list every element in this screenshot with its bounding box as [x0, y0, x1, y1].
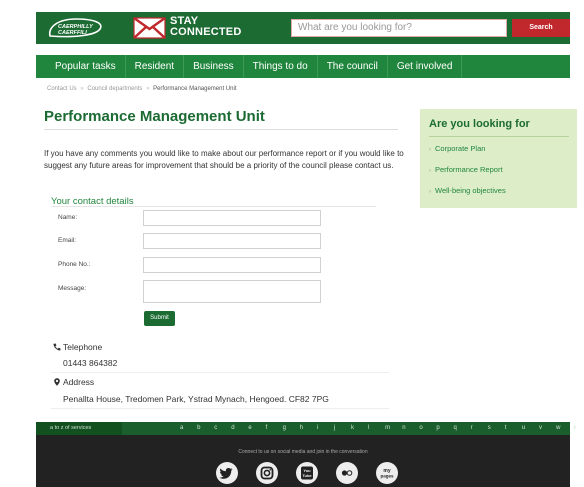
breadcrumb-separator: » [80, 86, 84, 92]
az-letter-f[interactable]: f [265, 422, 282, 435]
submit-button[interactable]: Submit [144, 311, 175, 326]
breadcrumb-council-departments[interactable]: Council departments [87, 86, 142, 92]
address-divider [51, 408, 389, 409]
name-field[interactable] [143, 210, 321, 226]
phone-label: Phone No.: [58, 261, 91, 268]
az-letter-l[interactable]: l [368, 422, 385, 435]
aside-link-corporate-plan[interactable]: › Corporate Plan [429, 144, 485, 153]
page-title: Performance Management Unit [44, 108, 265, 125]
intro-text: If you have any comments you would like … [44, 149, 404, 170]
email-field[interactable] [143, 233, 321, 249]
az-letter-t[interactable]: t [505, 422, 522, 435]
instagram-camera-icon [260, 466, 274, 480]
az-letter-q[interactable]: q [454, 422, 471, 435]
nav-item-resident[interactable]: Resident [126, 55, 185, 78]
email-label: Email: [58, 237, 77, 244]
breadcrumb-current: Performance Management Unit [153, 86, 237, 92]
az-letter-s[interactable]: s [488, 422, 505, 435]
youtube-text-2: Tube [302, 473, 312, 478]
chevron-right-icon: › [429, 147, 431, 153]
svg-text:CAERFFILI: CAERFFILI [58, 30, 87, 36]
a-to-z-bar: a to z of services a b c d e f g h i j k… [36, 422, 576, 435]
my-pages-logo-icon: my pages [380, 468, 394, 479]
address-label: Address [63, 377, 95, 387]
related-links-panel: Are you looking for › Corporate Plan › Per… [420, 109, 577, 208]
az-letter-h[interactable]: h [300, 422, 317, 435]
aside-link-label: Corporate Plan [435, 144, 486, 153]
aside-link-label: Well-being objectives [435, 186, 506, 195]
az-letter-k[interactable]: k [351, 422, 368, 435]
main-nav: Popular tasks Resident Business Things t… [36, 55, 570, 78]
social-media-text: Connect to us on social media and join i… [238, 449, 368, 455]
flickr-icon[interactable] [336, 462, 358, 484]
youtube-icon[interactable]: You Tube [296, 462, 318, 484]
az-letter-i[interactable]: i [317, 422, 334, 435]
search-input[interactable]: What are you looking for? [291, 19, 507, 37]
related-links-title: Are you looking for [429, 118, 530, 130]
az-letter-v[interactable]: v [539, 422, 556, 435]
aside-link-performance-report[interactable]: › Performance Report [429, 165, 503, 174]
az-letter-r[interactable]: r [471, 422, 488, 435]
a-to-z-letters: a b c d e f g h i j k l m n o p q r s t … [180, 422, 584, 435]
az-letter-o[interactable]: o [419, 422, 436, 435]
phone-icon [53, 343, 61, 351]
az-letter-g[interactable]: g [283, 422, 300, 435]
telephone-label: Telephone [63, 342, 103, 352]
az-letter-a[interactable]: a [180, 422, 197, 435]
instagram-icon[interactable] [256, 462, 278, 484]
az-letter-b[interactable]: b [197, 422, 214, 435]
nav-item-get-involved[interactable]: Get involved [388, 55, 463, 78]
nav-item-things-to-do[interactable]: Things to do [244, 55, 318, 78]
az-letter-u[interactable]: u [522, 422, 539, 435]
related-links-divider [429, 136, 569, 137]
message-label: Message: [58, 285, 87, 292]
az-letter-w[interactable]: w [556, 422, 573, 435]
my-pages-icon[interactable]: my pages [376, 462, 398, 484]
chevron-right-icon: › [429, 189, 431, 195]
breadcrumb: Contact Us » Council departments » Perfo… [47, 86, 236, 92]
az-letter-n[interactable]: n [402, 422, 419, 435]
search-button[interactable]: Search [512, 19, 570, 37]
stay-connected-link[interactable]: STAY CONNECTED [133, 15, 241, 39]
nav-item-popular-tasks[interactable]: Popular tasks [36, 55, 126, 78]
az-letter-p[interactable]: p [436, 422, 453, 435]
telephone-number[interactable]: 01443 864382 [63, 358, 117, 368]
aside-link-well-being-objectives[interactable]: › Well-being objectives [429, 186, 506, 195]
az-letter-x[interactable]: x [573, 422, 584, 435]
telephone-divider [51, 372, 389, 373]
site-header: CAERPHILLY CAERFFILI STAY CONNECTED What… [36, 12, 570, 44]
address-value: Penallta House, Tredomen Park, Ystrad My… [63, 394, 329, 404]
nav-item-business[interactable]: Business [184, 55, 244, 78]
breadcrumb-separator: » [146, 86, 150, 92]
council-logo[interactable]: CAERPHILLY CAERFFILI [46, 17, 104, 39]
az-letter-e[interactable]: e [248, 422, 265, 435]
twitter-icon[interactable] [216, 462, 238, 484]
az-letter-c[interactable]: c [214, 422, 231, 435]
az-letter-j[interactable]: j [334, 422, 351, 435]
title-divider [44, 129, 398, 130]
aside-link-label: Performance Report [435, 165, 503, 174]
youtube-logo-icon: You Tube [301, 466, 313, 480]
a-to-z-link[interactable]: a to z of services [36, 422, 122, 435]
message-field[interactable] [143, 280, 321, 303]
twitter-bird-icon [219, 468, 233, 479]
chevron-right-icon: › [429, 168, 431, 174]
az-letter-m[interactable]: m [385, 422, 402, 435]
site-footer: Connect to us on social media and join i… [36, 435, 570, 487]
stay-text-line2: CONNECTED [170, 26, 242, 38]
name-label: Name: [58, 214, 78, 221]
az-letter-d[interactable]: d [231, 422, 248, 435]
location-pin-icon [54, 378, 60, 386]
nav-item-the-council[interactable]: The council [318, 55, 388, 78]
envelope-icon [133, 17, 166, 39]
my-pages-text-2: pages [380, 474, 394, 479]
breadcrumb-contact-us[interactable]: Contact Us [47, 86, 77, 92]
flickr-dots-icon [341, 470, 353, 476]
phone-field[interactable] [143, 257, 321, 273]
contact-divider [51, 206, 376, 207]
